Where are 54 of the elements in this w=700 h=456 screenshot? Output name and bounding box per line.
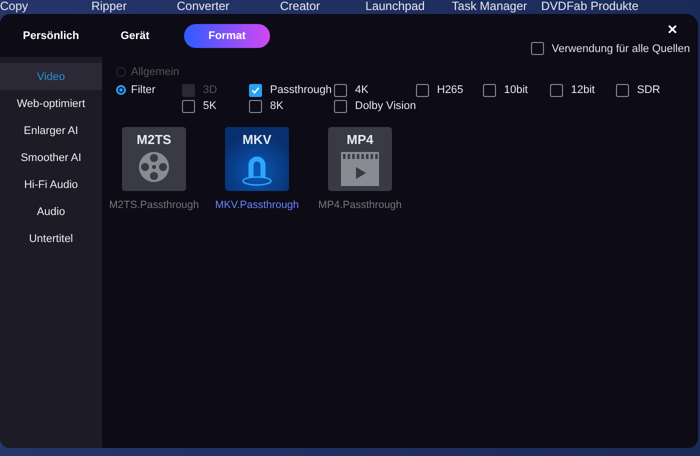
profile-tile[interactable]: M2TS [122,127,186,191]
film-reel-icon [138,151,170,183]
checkbox-label: 8K [270,100,284,112]
checkbox-label: 4K [355,84,368,96]
checkbox[interactable] [334,84,347,96]
tab[interactable]: Gerät [102,24,168,48]
tab[interactable]: Format [184,24,270,48]
checkbox[interactable] [530,42,544,55]
checkbox-label: Verwendung für alle Quellen [552,42,690,54]
menu-item[interactable]: DVDFab Produkte [541,0,700,14]
menu-item[interactable]: Copy [0,0,92,14]
format-label: MKV [242,132,272,147]
check-icon [251,86,260,94]
sidebar-item[interactable]: Web-optimiert [0,90,102,117]
checkbox-label: Passthrough [270,84,332,96]
checkbox-label: Dolby Vision [355,100,416,112]
checkbox-label: 3D [203,84,218,96]
sidebar-item[interactable]: Untertitel [0,225,102,252]
checkbox-label: 10bit [504,84,528,96]
video-play-icon [340,151,380,187]
checkbox[interactable] [334,100,347,112]
menu-item[interactable]: Creator [280,0,366,14]
checkbox[interactable] [550,84,563,96]
sidebar-item[interactable]: Enlarger AI [0,117,102,144]
sidebar-item[interactable]: Smoother AI [0,144,102,171]
profile-label: MP4.Passthrough [318,199,402,211]
checkbox[interactable] [416,84,429,96]
checkbox[interactable] [483,84,496,96]
checkbox-label: SDR [637,84,660,96]
checkbox-label: 5K [203,100,216,112]
format-label: M2TS [136,132,172,147]
menu-item[interactable]: Task Manager [452,0,542,14]
profile-label: MKV.Passthrough [215,199,299,211]
checkbox-label: H265 [437,84,464,96]
checkbox[interactable] [616,84,629,96]
close-button[interactable]: ✕ [667,22,678,37]
radio-button[interactable] [116,85,126,95]
checkbox-label: 12bit [571,84,595,96]
radio-label: Allgemein [131,66,180,78]
sidebar-item[interactable]: Hi-Fi Audio [0,171,102,198]
checkbox[interactable] [249,100,262,112]
menu-item[interactable]: Converter [176,0,280,14]
profile-label: M2TS.Passthrough [109,199,199,211]
section-title: Persönlich [22,30,80,42]
menu-item[interactable]: Launchpad [365,0,452,14]
checkbox[interactable] [182,100,195,112]
profile-tile[interactable]: MKV [225,127,289,191]
checkbox[interactable] [249,84,262,96]
sidebar-item[interactable]: Video [0,63,102,90]
format-label: MP4 [346,132,374,147]
profile-tile[interactable]: MP4 [328,127,392,191]
radio-label: Filter [131,84,156,96]
sidebar-item[interactable]: Audio [0,198,102,225]
menu-item[interactable]: Ripper [91,0,177,14]
